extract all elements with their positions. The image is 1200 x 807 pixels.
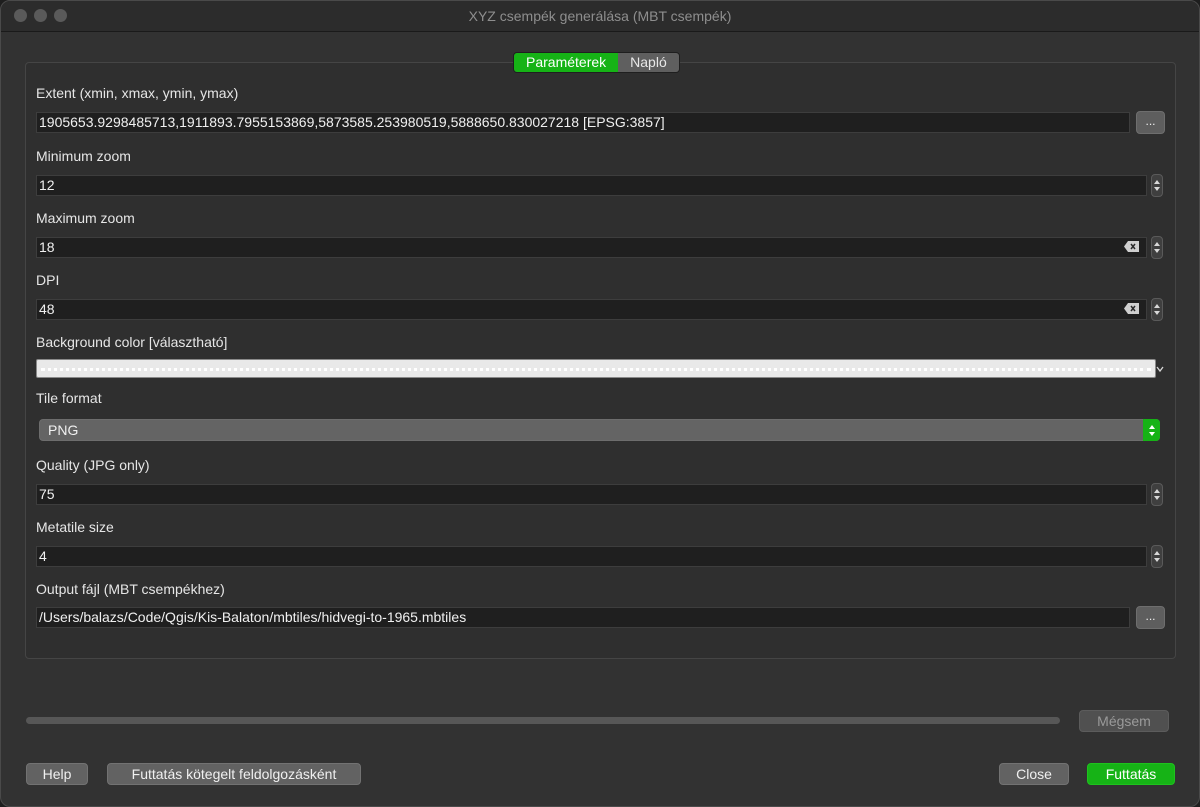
- stepper-down-icon: [1154, 187, 1160, 191]
- tile-format-label: Tile format: [36, 390, 102, 406]
- metatile-label: Metatile size: [36, 519, 114, 535]
- output-browse-button[interactable]: ...: [1136, 606, 1165, 629]
- quality-stepper[interactable]: [1151, 483, 1163, 506]
- extent-options-button[interactable]: ...: [1136, 111, 1165, 134]
- window-title: XYZ csempék generálása (MBT csempék): [468, 8, 732, 24]
- stepper-down-icon: [1154, 249, 1160, 253]
- chevron-down-icon[interactable]: [1156, 365, 1164, 373]
- max-zoom-stepper[interactable]: [1151, 236, 1163, 259]
- batch-run-button[interactable]: Futtatás kötegelt feldolgozásként: [107, 763, 361, 785]
- dialog-window: XYZ csempék generálása (MBT csempék) Par…: [0, 0, 1200, 807]
- stepper-up-icon: [1154, 180, 1160, 184]
- dpi-stepper[interactable]: [1151, 298, 1163, 321]
- close-button[interactable]: Close: [999, 763, 1069, 785]
- max-zoom-input[interactable]: 18: [36, 237, 1147, 258]
- stepper-up-icon: [1154, 489, 1160, 493]
- quality-label: Quality (JPG only): [36, 457, 150, 473]
- stepper-up-icon: [1154, 242, 1160, 246]
- dpi-label: DPI: [36, 272, 60, 288]
- tab-bar: Paraméterek Napló: [513, 52, 680, 73]
- extent-label: Extent (xmin, xmax, ymin, ymax): [36, 85, 239, 101]
- min-zoom-input[interactable]: 12: [36, 175, 1147, 196]
- metatile-input[interactable]: 4: [36, 546, 1147, 567]
- min-zoom-stepper[interactable]: [1151, 174, 1163, 197]
- background-color-picker[interactable]: [36, 359, 1156, 378]
- stepper-up-icon: [1154, 551, 1160, 555]
- metatile-stepper[interactable]: [1151, 545, 1163, 568]
- stepper-down-icon: [1154, 558, 1160, 562]
- tab-parameters[interactable]: Paraméterek: [514, 53, 619, 72]
- tile-format-value: PNG: [48, 422, 79, 438]
- stepper-up-icon: [1154, 304, 1160, 308]
- background-color-label: Background color [választható]: [36, 334, 228, 350]
- run-button[interactable]: Futtatás: [1087, 763, 1175, 785]
- max-zoom-label: Maximum zoom: [36, 210, 135, 226]
- clear-icon[interactable]: [1124, 303, 1139, 314]
- clear-icon[interactable]: [1124, 241, 1139, 252]
- tab-log[interactable]: Napló: [618, 53, 679, 72]
- title-bar: XYZ csempék generálása (MBT csempék): [1, 1, 1199, 32]
- progress-bar: [26, 717, 1060, 724]
- min-zoom-label: Minimum zoom: [36, 148, 131, 164]
- output-label: Output fájl (MBT csempékhez): [36, 581, 225, 597]
- quality-input[interactable]: 75: [36, 484, 1147, 505]
- extent-input[interactable]: 1905653.9298485713,1911893.7955153869,58…: [36, 112, 1130, 133]
- help-button[interactable]: Help: [26, 763, 88, 785]
- output-file-input[interactable]: /Users/balazs/Code/Qgis/Kis-Balaton/mbti…: [36, 607, 1130, 628]
- select-arrows-icon: [1143, 419, 1160, 441]
- tile-format-select[interactable]: PNG: [39, 419, 1160, 441]
- cancel-button[interactable]: Mégsem: [1079, 710, 1169, 732]
- stepper-down-icon: [1154, 311, 1160, 315]
- dpi-input[interactable]: 48: [36, 299, 1147, 320]
- stepper-down-icon: [1154, 496, 1160, 500]
